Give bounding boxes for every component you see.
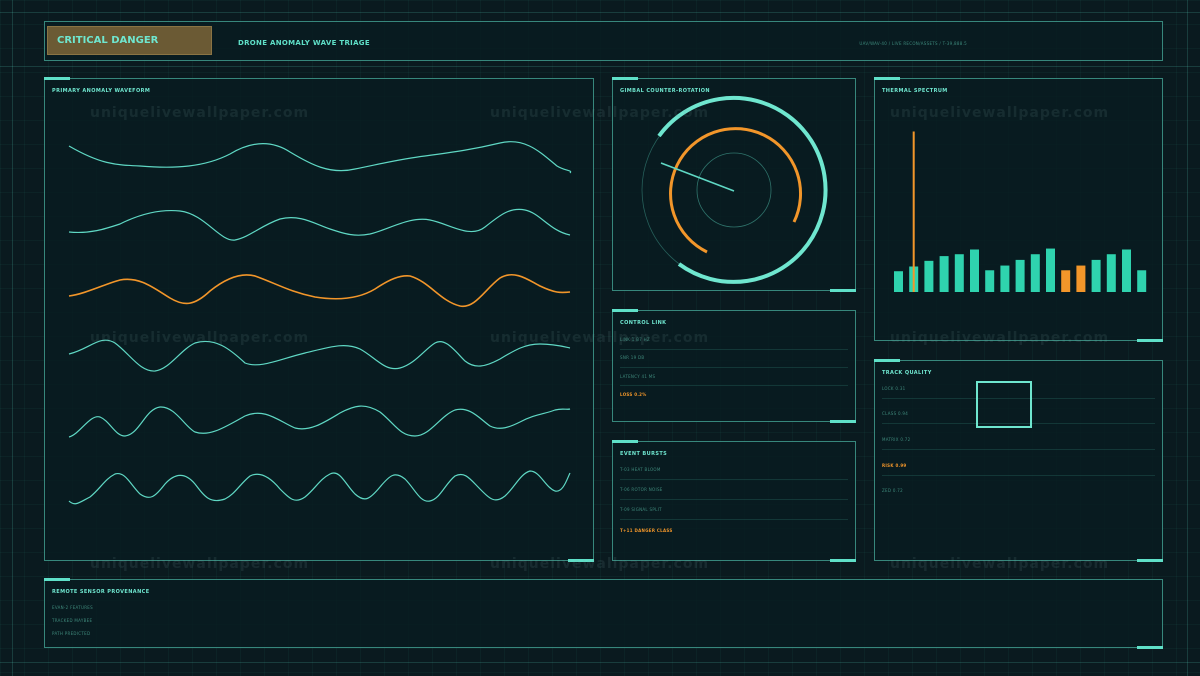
- provenance-row: TRACKED MAYBEE: [52, 618, 93, 623]
- gimbal-core: [696, 152, 772, 228]
- thermal-bar: [985, 270, 995, 292]
- wave-line-3: [68, 273, 571, 307]
- frame-line-top: [0, 12, 1200, 13]
- event-row: T-03 HEAT BLOOM: [620, 467, 661, 472]
- thermal-panel: THERMAL SPECTRUM: [874, 77, 1163, 342]
- row-divider: [620, 479, 848, 480]
- row-divider: [620, 349, 848, 350]
- panel-title: TRACK QUALITY: [882, 370, 932, 376]
- thermal-bar: [1091, 259, 1101, 292]
- track-row: LOCK 0.31: [882, 386, 906, 391]
- frame-line-left: [12, 0, 13, 676]
- wave-line-2: [68, 208, 571, 241]
- provenance-row: EVAN-2 FEATURES: [52, 605, 93, 610]
- track-reticle: [976, 381, 1032, 428]
- row-divider: [620, 519, 848, 520]
- thermal-bar: [1030, 254, 1040, 292]
- header-meta: UAV/WAV-40 / LIVE RECON/ASSETS / T-39,88…: [859, 41, 967, 46]
- gimbal-dial: [641, 95, 828, 284]
- waveform-panel: PRIMARY ANOMALY WAVEFORM: [44, 77, 594, 562]
- thermal-bar: [1106, 254, 1116, 292]
- thermal-bar: [1137, 270, 1147, 292]
- wave-line-6: [68, 470, 571, 505]
- event-row: T-06 ROTOR NOISE: [620, 487, 663, 492]
- event-bursts-panel: EVENT BURSTS T-03 HEAT BLOOM T-06 ROTOR …: [612, 440, 856, 562]
- event-row-warning: T+11 DANGER CLASS: [620, 528, 673, 533]
- thermal-bar: [939, 256, 949, 292]
- thermal-bar: [1046, 248, 1055, 292]
- panel-title: EVENT BURSTS: [620, 451, 668, 457]
- thermal-bar: [970, 249, 979, 292]
- track-quality-panel: TRACK QUALITY LOCK 0.31 CLASS 0.94 MATRI…: [874, 359, 1163, 562]
- row-divider: [620, 367, 848, 368]
- thermal-bar: [924, 260, 934, 292]
- thermal-bar: [1000, 265, 1010, 292]
- wave-line-4: [68, 339, 571, 372]
- track-row: CLASS 0.94: [882, 411, 909, 416]
- waveform-plot: [68, 141, 572, 505]
- provenance-row: PATH PREDICTED: [52, 631, 91, 636]
- frame-line-right: [1187, 0, 1188, 676]
- thermal-bar: [1015, 259, 1025, 292]
- thermal-chart: [894, 131, 1147, 292]
- panel-title: CONTROL LINK: [620, 320, 667, 326]
- frame-line-bottom: [0, 662, 1200, 663]
- thermal-bar: [1076, 265, 1086, 292]
- frame-line-header: [0, 66, 1200, 67]
- page-title: DRONE ANOMALY WAVE TRIAGE: [238, 39, 370, 47]
- row-divider: [882, 449, 1155, 450]
- thermal-bar: [1122, 249, 1131, 292]
- row-divider: [882, 475, 1155, 476]
- event-row: T-09 SIGNAL SPLIT: [620, 507, 662, 512]
- gimbal-inner-ring: [669, 127, 802, 254]
- thermal-bar: [1061, 270, 1071, 292]
- track-row-warning: RISK 0.99: [882, 463, 907, 468]
- wave-line-5: [68, 405, 571, 438]
- thermal-bar: [954, 254, 964, 292]
- row-divider: [620, 499, 848, 500]
- control-row-warning: LOSS 0.2%: [620, 392, 647, 397]
- panel-title: REMOTE SENSOR PROVENANCE: [52, 589, 150, 595]
- control-row: LINK 1 B7 HZ: [620, 337, 651, 342]
- status-badge: CRITICAL DANGER: [47, 26, 212, 55]
- row-divider: [620, 385, 848, 386]
- control-row: LATENCY 41 MS: [620, 374, 656, 379]
- track-row: MATRIX 0.72: [882, 437, 911, 442]
- control-row: SNR 19 DB: [620, 355, 645, 360]
- wave-line-1: [68, 141, 572, 174]
- control-link-panel: CONTROL LINK LINK 1 B7 HZ SNR 19 DB LATE…: [612, 309, 856, 423]
- track-row: ZED 0.72: [882, 488, 903, 493]
- provenance-panel: REMOTE SENSOR PROVENANCE EVAN-2 FEATURES…: [44, 578, 1163, 649]
- thermal-bar: [894, 271, 903, 292]
- gimbal-panel: GIMBAL COUNTER-ROTATION: [612, 77, 856, 292]
- header-bar: CRITICAL DANGER DRONE ANOMALY WAVE TRIAG…: [44, 21, 1163, 61]
